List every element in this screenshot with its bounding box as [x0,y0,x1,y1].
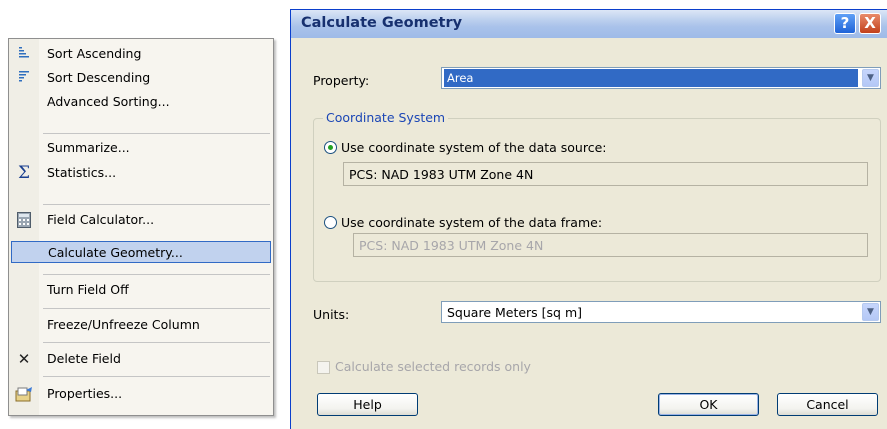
menu-item-summarize[interactable]: Summarize... [9,137,273,159]
property-value: Area [444,69,858,87]
coordinate-system-legend: Coordinate System [323,110,449,125]
radio-data-source[interactable] [324,141,337,154]
menu-item-label: Properties... [47,386,123,401]
property-dropdown[interactable]: Area ▼ [441,67,881,89]
menu-item-statistics[interactable]: Σ Statistics... [9,162,273,184]
data-frame-coordinate-system-box: PCS: NAD 1983 UTM Zone 4N [353,233,868,257]
units-label: Units: [313,307,350,322]
sigma-icon: Σ [17,163,31,183]
cancel-button[interactable]: Cancel [777,393,878,416]
menu-separator [43,342,270,343]
calculator-icon [15,212,33,228]
delete-x-icon: ✕ [17,350,31,368]
menu-item-label: Field Calculator... [47,212,155,227]
radio-data-frame[interactable] [324,216,337,229]
menu-item-calculate-geometry[interactable]: Calculate Geometry... [11,241,271,263]
menu-item-properties[interactable]: Properties... [9,383,273,405]
menu-item-label: Statistics... [47,165,117,180]
data-source-coordinate-system-value: PCS: NAD 1983 UTM Zone 4N [349,167,534,182]
menu-item-field-calculator[interactable]: Field Calculator... [9,209,273,231]
menu-item-label: Sort Descending [47,70,151,85]
field-context-menu: Sort Ascending Sort Descending Advanced … [8,38,274,416]
selected-records-label: Calculate selected records only [335,359,531,374]
units-value: Square Meters [sq m] [447,305,583,320]
close-icon: X [864,14,876,32]
menu-separator [43,204,270,205]
properties-icon [15,386,33,402]
menu-item-label: Summarize... [47,140,130,155]
menu-separator [43,274,270,275]
selected-records-checkbox [317,361,330,374]
radio-selected-dot [328,145,333,150]
help-question-icon: ? [840,14,850,32]
menu-item-advanced-sorting[interactable]: Advanced Sorting... [9,91,273,113]
chevron-down-icon[interactable]: ▼ [862,69,879,87]
calculate-geometry-dialog: Calculate Geometry ? X Property: Area ▼ … [290,9,887,429]
dialog-title-bar[interactable]: Calculate Geometry ? X [291,10,887,38]
menu-separator [43,133,270,134]
data-frame-coordinate-system-value: PCS: NAD 1983 UTM Zone 4N [359,238,544,253]
chevron-down-icon[interactable]: ▼ [862,303,879,321]
data-source-coordinate-system-box: PCS: NAD 1983 UTM Zone 4N [343,162,868,186]
menu-item-label: Advanced Sorting... [47,94,170,109]
menu-item-freeze-column[interactable]: Freeze/Unfreeze Column [9,314,273,336]
menu-item-sort-descending[interactable]: Sort Descending [9,67,273,89]
dialog-title: Calculate Geometry [301,15,463,31]
title-help-button[interactable]: ? [834,13,856,34]
menu-item-delete-field[interactable]: ✕ Delete Field [9,348,273,370]
property-label: Property: [313,73,370,88]
menu-item-label: Calculate Geometry... [48,245,183,260]
radio-data-source-label[interactable]: Use coordinate system of the data source… [341,140,607,155]
sort-ascending-icon [15,46,33,62]
menu-item-sort-ascending[interactable]: Sort Ascending [9,43,273,65]
units-dropdown[interactable]: Square Meters [sq m] ▼ [441,301,881,323]
menu-item-label: Delete Field [47,351,121,366]
help-button[interactable]: Help [317,393,418,416]
sort-descending-icon [15,70,33,86]
menu-item-label: Turn Field Off [47,282,129,297]
menu-item-label: Sort Ascending [47,46,142,61]
menu-separator [43,376,270,377]
menu-separator [43,308,270,309]
ok-button[interactable]: OK [658,393,759,416]
title-close-button[interactable]: X [859,13,881,34]
menu-item-turn-field-off[interactable]: Turn Field Off [9,279,273,301]
menu-item-label: Freeze/Unfreeze Column [47,317,200,332]
radio-data-frame-label[interactable]: Use coordinate system of the data frame: [341,215,602,230]
